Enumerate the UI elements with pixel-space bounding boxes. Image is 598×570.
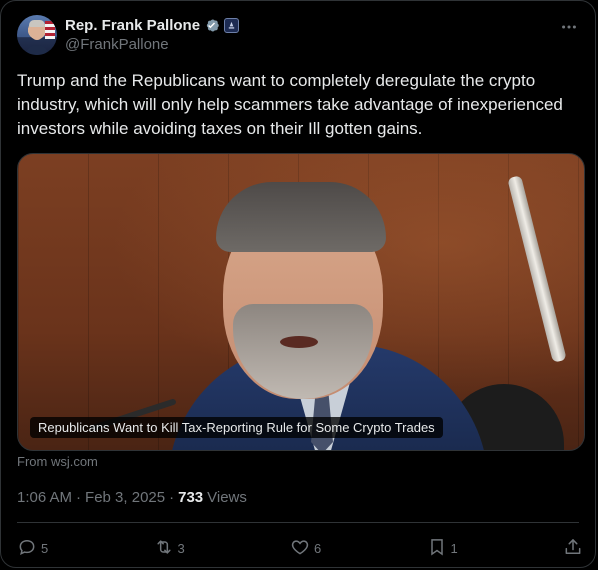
like-count: 6	[314, 540, 322, 556]
tweet-date[interactable]: Feb 3, 2025	[85, 489, 165, 506]
heart-icon	[290, 537, 310, 560]
share-icon	[563, 537, 583, 560]
bookmark-count: 1	[450, 540, 458, 556]
reply-button[interactable]: 5	[17, 537, 48, 560]
tweet-card[interactable]: Rep. Frank Pallone @FrankPallone Trump a…	[0, 0, 596, 568]
share-button[interactable]	[563, 537, 583, 560]
repost-count: 3	[177, 540, 185, 556]
views-count[interactable]: 733	[178, 489, 203, 506]
flag-graphic	[45, 21, 55, 39]
author-handle[interactable]: @FrankPallone	[65, 35, 239, 55]
reply-icon	[17, 537, 37, 560]
government-badge-icon[interactable]	[224, 17, 240, 33]
action-bar: 5 3 6 1	[17, 535, 583, 561]
more-icon[interactable]	[559, 17, 579, 37]
link-card-caption[interactable]: Republicans Want to Kill Tax-Reporting R…	[30, 417, 443, 438]
bookmark-icon	[427, 537, 447, 560]
avatar[interactable]	[17, 15, 57, 55]
tweet-meta: 1:06 AM · Feb 3, 2025 · 733 Views	[17, 487, 247, 507]
meta-separator: ·	[76, 488, 82, 506]
repost-button[interactable]: 3	[154, 537, 185, 560]
author-names: Rep. Frank Pallone @FrankPallone	[65, 15, 240, 55]
repost-icon	[154, 537, 174, 560]
link-card-image[interactable]: Republicans Want to Kill Tax-Reporting R…	[17, 153, 585, 451]
meta-separator: ·	[169, 488, 175, 506]
tweet-header: Rep. Frank Pallone @FrankPallone	[17, 13, 579, 57]
verified-badge-icon[interactable]	[203, 17, 220, 34]
author-display-name[interactable]: Rep. Frank Pallone	[65, 17, 200, 34]
views-label: Views	[207, 488, 247, 506]
bookmark-button[interactable]: 1	[427, 537, 458, 560]
tweet-text: Trump and the Republicans want to comple…	[17, 71, 568, 138]
reply-count: 5	[41, 540, 49, 556]
like-button[interactable]: 6	[290, 537, 321, 560]
tweet-time[interactable]: 1:06 AM	[17, 489, 72, 506]
link-source[interactable]: From wsj.com	[17, 454, 98, 469]
divider	[17, 522, 579, 523]
